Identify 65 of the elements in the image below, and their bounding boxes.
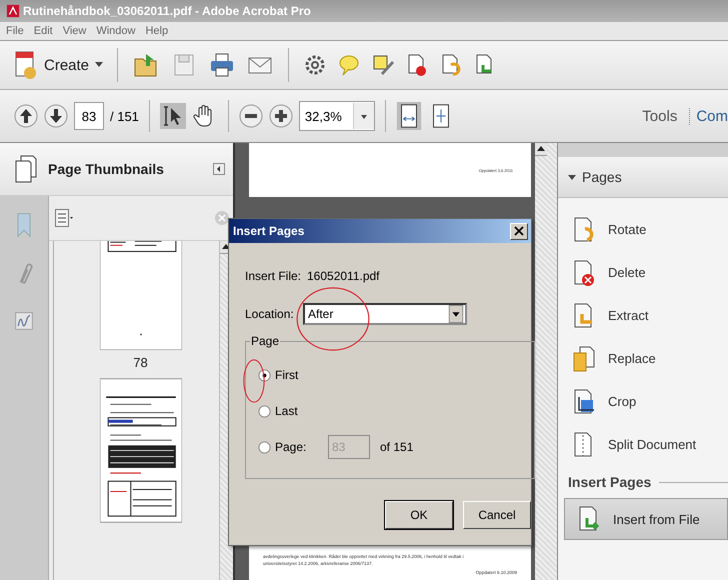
radio-button[interactable] [258,368,271,382]
dialog-title: Insert Pages [233,224,304,238]
pdf-icon [6,4,20,18]
settings-icon[interactable] [303,53,328,77]
highlight-pen-icon[interactable] [371,53,396,77]
zoom-out-button[interactable] [238,104,263,128]
tool-item[interactable]: Replace [558,337,728,380]
menu-item[interactable]: Edit [34,25,53,37]
crop-page-icon [572,388,596,416]
tool-item[interactable]: Extract [558,294,728,337]
caret-icon [352,103,374,129]
section-title: Insert Pages [568,474,652,490]
field-label: Location: [245,307,295,321]
fit-page-icon[interactable] [396,102,422,130]
dialog-button[interactable]: Cancel [463,501,531,529]
radio-label[interactable]: First [275,368,298,382]
comment-tab[interactable]: Com [696,108,728,124]
file-name: 16052011.pdf [306,269,380,283]
close-icon[interactable] [215,211,229,225]
radio-label[interactable]: Last [275,404,298,418]
scroll-up-icon[interactable] [535,143,547,156]
close-icon [514,226,524,236]
insert-page-icon [577,505,601,533]
next-page-button[interactable] [44,104,68,128]
select-tool-icon[interactable] [160,102,186,130]
delete-page-icon [572,258,596,286]
dialog-button[interactable]: OK [385,501,453,529]
menu-item[interactable]: Window [96,25,136,37]
tools-tab[interactable]: Tools [642,108,690,124]
zoom-in-button[interactable] [268,104,293,128]
page-thumbnail[interactable] [100,378,182,523]
close-button[interactable] [510,222,528,240]
tool-item[interactable]: Insert from File [564,498,728,540]
panel-title: Page Thumbnails [48,161,165,177]
tool-item[interactable]: Crop [558,380,728,423]
page-total: of 151 [380,440,414,454]
previous-page-button[interactable] [14,104,38,128]
page-count: / 151 [110,108,139,124]
radio-button[interactable] [258,404,271,418]
location-dropdown[interactable]: After [303,303,467,325]
tool-item[interactable]: Rotate [558,208,728,251]
radio-button[interactable] [258,440,271,454]
options-icon[interactable] [55,209,73,227]
tool-item[interactable]: Split Document [558,423,728,466]
page-number-field[interactable]: 83 [74,102,104,130]
caret-icon [95,62,104,68]
zoom-dropdown[interactable]: 32,3% [298,101,375,131]
page-number: 78 [133,355,148,370]
group-label: Page [250,334,280,348]
menu-item[interactable]: View [62,25,86,37]
collapse-button[interactable] [213,163,225,175]
tool-item[interactable]: Delete [558,251,728,294]
rotate-page-icon [572,216,596,244]
menu-item[interactable]: Help [145,25,168,37]
pages-icon[interactable] [14,154,38,184]
page-thumbnail[interactable] [100,241,182,350]
disclosure-icon[interactable] [568,173,576,181]
radio-label[interactable]: Page: [275,440,306,454]
create-button[interactable]: Create [14,50,104,80]
replace-page-icon [572,344,596,372]
section-title: Pages [582,169,622,185]
window-title: Rutinehåndbok_03062011.pdf - Adobe Acrobat Pro [23,4,311,18]
scrollbar[interactable] [535,143,557,580]
create-pdf-icon [14,50,38,80]
menu-item[interactable]: File [6,25,24,37]
